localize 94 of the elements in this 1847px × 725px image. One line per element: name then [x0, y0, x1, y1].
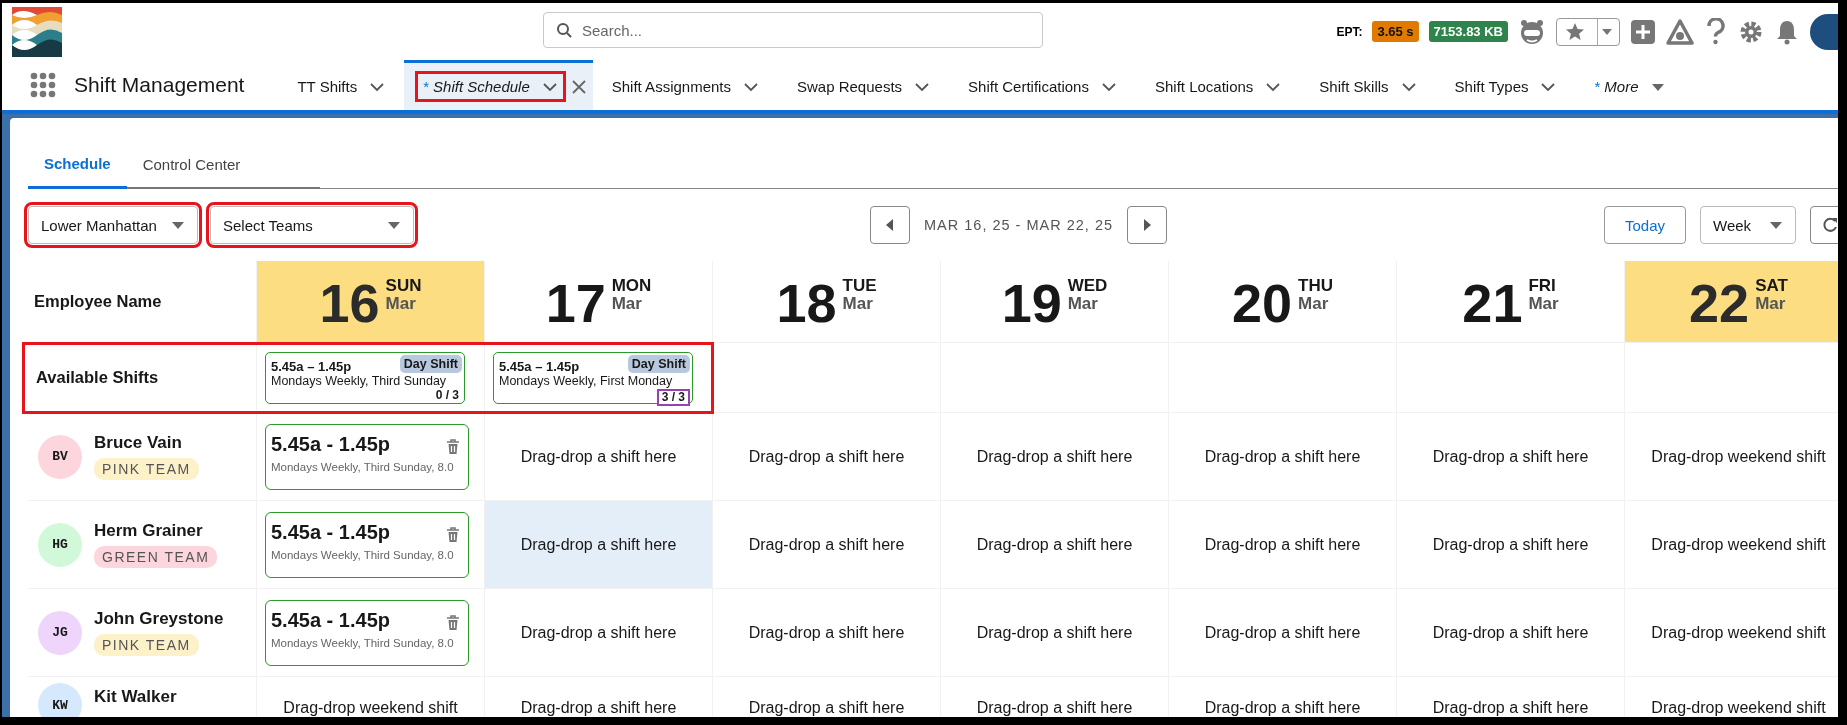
ept-label: EPT: [1336, 24, 1363, 39]
day-number: 17 [545, 275, 606, 331]
shift-count: 3 / 3 [656, 388, 690, 406]
day-number: 22 [1689, 275, 1750, 331]
available-shift-card[interactable]: 5.45a – 1.45p Day Shift Mondays Weekly, Third Sunday 0 / 3 [265, 351, 465, 404]
drop-zone[interactable]: Drag-drop a shift here [1397, 501, 1625, 589]
row-header: Available Shifts [28, 343, 257, 413]
month-label: Mar [1067, 295, 1099, 313]
month-label: Mar [842, 295, 874, 313]
search-field[interactable]: Search... [543, 12, 1043, 48]
shift-time: 5.45a – 1.45p [499, 358, 580, 374]
day-number: 16 [319, 275, 380, 331]
shift-detail: Mondays Weekly, Third Sunday, 8.0 [271, 548, 454, 561]
drop-zone[interactable]: Drag-drop weekend shift [1625, 413, 1838, 501]
drop-zone[interactable]: Drag-drop a shift here [1169, 589, 1397, 677]
nav-tab[interactable]: * Shift Schedule [404, 60, 593, 110]
nav-tab[interactable]: Shift Skills [1300, 60, 1436, 110]
month-label: Mar [1528, 295, 1559, 313]
drop-zone[interactable]: Drag-drop a shift here [713, 413, 941, 501]
available-shift-card[interactable]: 5.45a – 1.45p Day Shift Mondays Weekly, First Monday 3 / 3 [493, 351, 693, 404]
day-number: 19 [1001, 275, 1062, 331]
shift-time: 5.45a - 1.45p [271, 520, 390, 544]
shift-recurrence: Mondays Weekly, First Monday [499, 373, 673, 389]
drop-zone[interactable]: Drag-drop weekend shift [257, 677, 485, 717]
weekday-label: THU [1298, 275, 1333, 295]
weekday-label: SAT [1755, 275, 1788, 295]
drop-zone[interactable]: Drag-drop a shift here [713, 589, 941, 677]
memory-badge: 7153.83 KB [1428, 21, 1508, 42]
weekday-label: FRI [1528, 275, 1557, 295]
app-name: Shift Management [74, 73, 245, 97]
nav-tab[interactable]: TT Shifts [278, 60, 405, 110]
weekday-label: WED [1067, 275, 1108, 295]
avatar: HG [38, 522, 82, 567]
employee-name[interactable]: Kit Walker [94, 687, 177, 707]
nav-tab[interactable]: Shift Types [1435, 60, 1576, 110]
drop-zone[interactable]: Drag-drop a shift here [1397, 677, 1625, 717]
page-tab[interactable]: Control Center [126, 156, 321, 189]
drop-zone[interactable]: Drag-drop a shift here [485, 501, 713, 589]
shift-recurrence: Mondays Weekly, Third Sunday [271, 373, 447, 389]
drop-zone[interactable]: Drag-drop a shift here [1169, 501, 1397, 589]
shift-type-badge: Day Shift [627, 354, 690, 373]
month-label: Mar [1755, 295, 1787, 313]
employee-name[interactable]: Bruce Vain [94, 433, 182, 453]
page-tab[interactable]: Schedule [28, 155, 127, 189]
drop-zone[interactable]: Drag-drop a shift here [1397, 589, 1625, 677]
drop-zone[interactable]: Drag-drop a shift here [941, 413, 1169, 501]
day-number: 21 [1462, 275, 1523, 331]
shift-card[interactable]: 5.45a - 1.45p Mondays Weekly, Third Sunday, 8.0 [265, 599, 469, 666]
team-badge: PINK TEAM [94, 634, 199, 656]
day-number: 18 [776, 275, 837, 331]
drop-zone[interactable]: Drag-drop a shift here [1169, 677, 1397, 717]
nav-tab[interactable]: Shift Assignments [592, 60, 778, 110]
drop-zone[interactable]: Drag-drop a shift here [941, 501, 1169, 589]
avatar: KW [38, 683, 82, 717]
day-number: 20 [1232, 275, 1293, 331]
nav-tab[interactable]: Swap Requests [778, 60, 950, 110]
nav-tab[interactable]: Shift Certifications [949, 60, 1136, 110]
drop-zone[interactable]: Drag-drop a shift here [485, 677, 713, 717]
shift-card[interactable]: 5.45a - 1.45p Mondays Weekly, Third Sunday, 8.0 [265, 423, 469, 490]
employee-name[interactable]: Herm Grainer [94, 521, 203, 541]
time-badge: 3.65 s [1372, 21, 1419, 42]
drop-zone[interactable]: Drag-drop a shift here [713, 501, 941, 589]
shift-type-badge: Day Shift [399, 354, 462, 373]
month-label: Mar [1298, 295, 1330, 313]
weekday-label: MON [611, 275, 652, 295]
shift-time: 5.45a – 1.45p [271, 358, 352, 374]
weekday-label: TUE [842, 275, 877, 295]
avatar: JG [38, 610, 82, 655]
month-label: Mar [385, 295, 417, 313]
date-range: MAR 16, 25 - MAR 22, 25 [923, 217, 1114, 233]
drop-zone[interactable]: Drag-drop weekend shift [1625, 677, 1838, 717]
team-badge: GREEN TEAM [94, 546, 218, 568]
drop-zone[interactable]: Drag-drop weekend shift [1625, 589, 1838, 677]
drop-zone[interactable]: Drag-drop a shift here [941, 677, 1169, 717]
weekday-label: SUN [385, 275, 422, 295]
drop-zone[interactable]: Drag-drop a shift here [485, 589, 713, 677]
avatar: BV [38, 434, 82, 479]
drop-zone[interactable]: Drag-drop a shift here [941, 589, 1169, 677]
drop-zone[interactable]: Drag-drop a shift here [1169, 413, 1397, 501]
month-label: Mar [611, 295, 643, 313]
view-dropdown[interactable]: Week [1700, 206, 1796, 244]
nav-tab[interactable]: Shift Locations [1135, 60, 1301, 110]
shift-detail: Mondays Weekly, Third Sunday, 8.0 [271, 636, 454, 649]
shift-detail: Mondays Weekly, Third Sunday, 8.0 [271, 460, 454, 473]
today-button[interactable]: Today [1603, 206, 1686, 244]
drop-zone[interactable]: Drag-drop a shift here [713, 677, 941, 717]
drop-zone[interactable]: Drag-drop weekend shift [1625, 501, 1838, 589]
shift-time: 5.45a - 1.45p [271, 608, 390, 632]
shift-card[interactable]: 5.45a - 1.45p Mondays Weekly, Third Sunday, 8.0 [265, 511, 469, 578]
shift-time: 5.45a - 1.45p [271, 432, 390, 456]
team-badge: PINK TEAM [94, 458, 199, 480]
employee-name[interactable]: John Greystone [94, 609, 224, 629]
more-menu[interactable]: * More [1575, 60, 1684, 110]
drop-zone[interactable]: Drag-drop a shift here [1397, 413, 1625, 501]
